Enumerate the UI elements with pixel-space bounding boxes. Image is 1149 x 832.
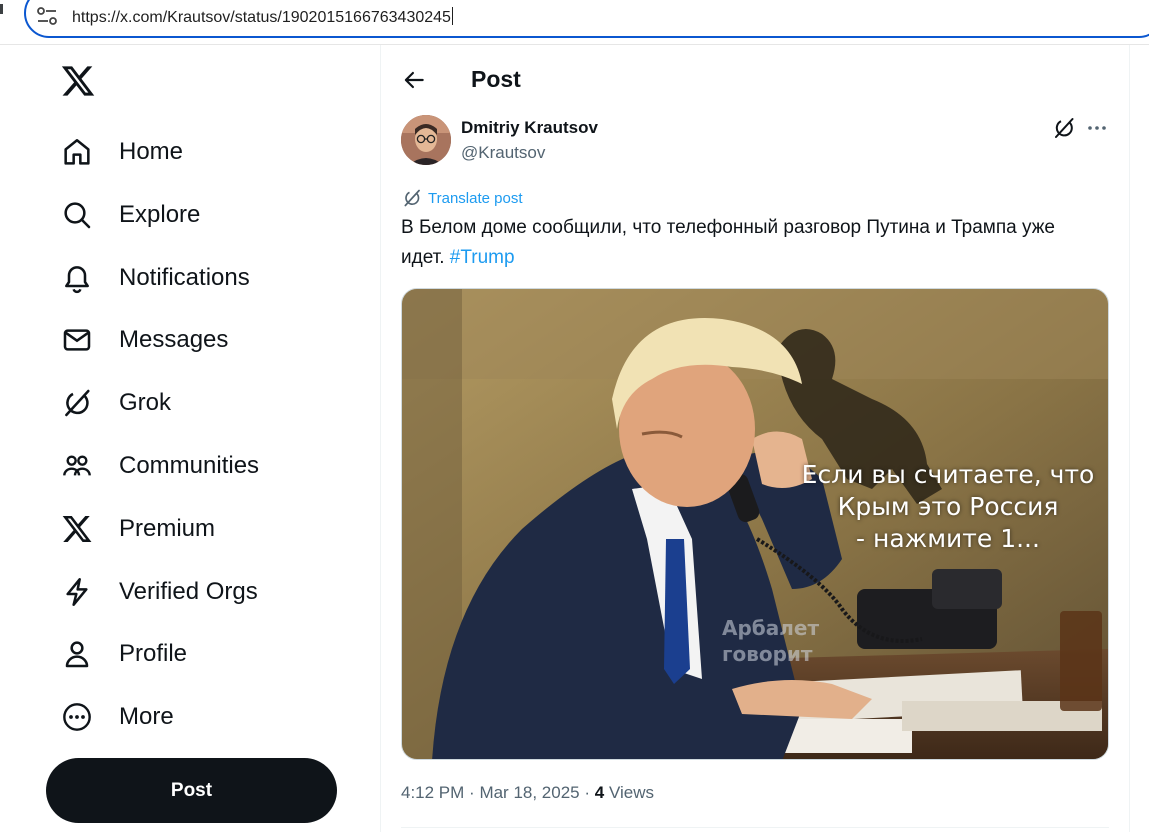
x-logo-icon	[58, 510, 96, 548]
avatar[interactable]	[401, 115, 451, 165]
person-icon	[58, 635, 96, 673]
sidebar-item-label: Profile	[119, 640, 188, 667]
compose-post-button[interactable]: Post	[46, 758, 337, 823]
sidebar-item-premium[interactable]: Premium	[58, 507, 358, 551]
bell-icon	[58, 259, 96, 297]
post-divider	[401, 827, 1109, 828]
sidebar-item-label: Grok	[119, 389, 172, 416]
post-image[interactable]: Если вы считаете, что Крым это Россия - …	[401, 288, 1109, 760]
lightning-icon	[58, 573, 96, 611]
sidebar-item-label: Home	[119, 138, 184, 165]
post-date[interactable]: Mar 18, 2025	[479, 783, 579, 802]
sidebar-item-profile[interactable]: Profile	[58, 632, 358, 676]
grok-icon[interactable]	[1052, 116, 1076, 140]
views-count: 4	[594, 783, 605, 802]
sidebar-item-label: Messages	[119, 326, 229, 353]
url-text: https://x.com/Krautsov/status/1902015166…	[72, 9, 451, 26]
meta-separator: ·	[584, 783, 595, 802]
sidebar-item-label: Communities	[119, 452, 260, 479]
page-title: Post	[471, 66, 521, 92]
column-divider-right	[1129, 45, 1130, 832]
back-arrow-icon[interactable]	[401, 67, 427, 93]
x-logo-icon[interactable]	[60, 63, 96, 99]
home-icon	[58, 133, 96, 171]
site-settings-icon[interactable]	[36, 6, 58, 26]
translate-post-link[interactable]: Translate post	[402, 188, 523, 208]
watermark-line: говорит	[722, 642, 813, 666]
sidebar-item-notifications[interactable]: Notifications	[58, 256, 358, 300]
grok-icon	[404, 189, 420, 207]
browser-divider	[0, 44, 1149, 45]
browser-edge	[0, 4, 3, 14]
grok-icon	[58, 384, 96, 422]
views-label: Views	[608, 783, 654, 802]
post-time[interactable]: 4:12 PM	[401, 783, 464, 802]
url-field[interactable]: https://x.com/Krautsov/status/1902015166…	[72, 7, 453, 27]
sidebar-item-label: Explore	[119, 201, 201, 228]
image-watermark: Арбалет говорит	[722, 615, 819, 667]
image-caption-line: Крым это Россия	[837, 492, 1059, 521]
author-name[interactable]: Dmitriy Krautsov	[461, 118, 598, 138]
image-caption-line: Если вы считаете, что	[801, 460, 1095, 489]
sidebar-item-label: Notifications	[119, 264, 250, 291]
sidebar-item-messages[interactable]: Messages	[58, 318, 358, 362]
hashtag-link[interactable]: #Trump	[450, 247, 515, 268]
text-caret	[451, 7, 453, 25]
column-divider-left	[380, 45, 381, 832]
sidebar-item-home[interactable]: Home	[58, 130, 358, 174]
sidebar-item-communities[interactable]: Communities	[58, 444, 358, 488]
translate-label: Translate post	[428, 189, 523, 207]
people-icon	[58, 447, 96, 485]
sidebar-item-label: Verified Orgs	[119, 578, 258, 605]
image-caption: Если вы считаете, что Крым это Россия - …	[798, 459, 1098, 555]
envelope-icon	[58, 321, 96, 359]
search-icon	[58, 196, 96, 234]
sidebar-item-explore[interactable]: Explore	[58, 193, 358, 237]
sidebar-item-grok[interactable]: Grok	[58, 381, 358, 425]
sidebar-item-label: Premium	[119, 515, 216, 542]
post-metadata: 4:12 PM · Mar 18, 2025 · 4 Views	[401, 783, 654, 803]
watermark-line: Арбалет	[722, 616, 820, 640]
more-circle-icon	[58, 698, 96, 736]
author-handle[interactable]: @Krautsov	[461, 143, 545, 163]
sidebar-item-verified-orgs[interactable]: Verified Orgs	[58, 570, 358, 614]
sidebar-item-label: More	[119, 703, 174, 730]
sidebar-item-more[interactable]: More	[58, 695, 358, 739]
post-text: В Белом доме сообщили, что телефонный ра…	[401, 213, 1101, 273]
image-caption-line: - нажмите 1...	[856, 524, 1040, 553]
meta-separator: ·	[469, 783, 480, 802]
more-options-icon[interactable]	[1085, 116, 1109, 140]
